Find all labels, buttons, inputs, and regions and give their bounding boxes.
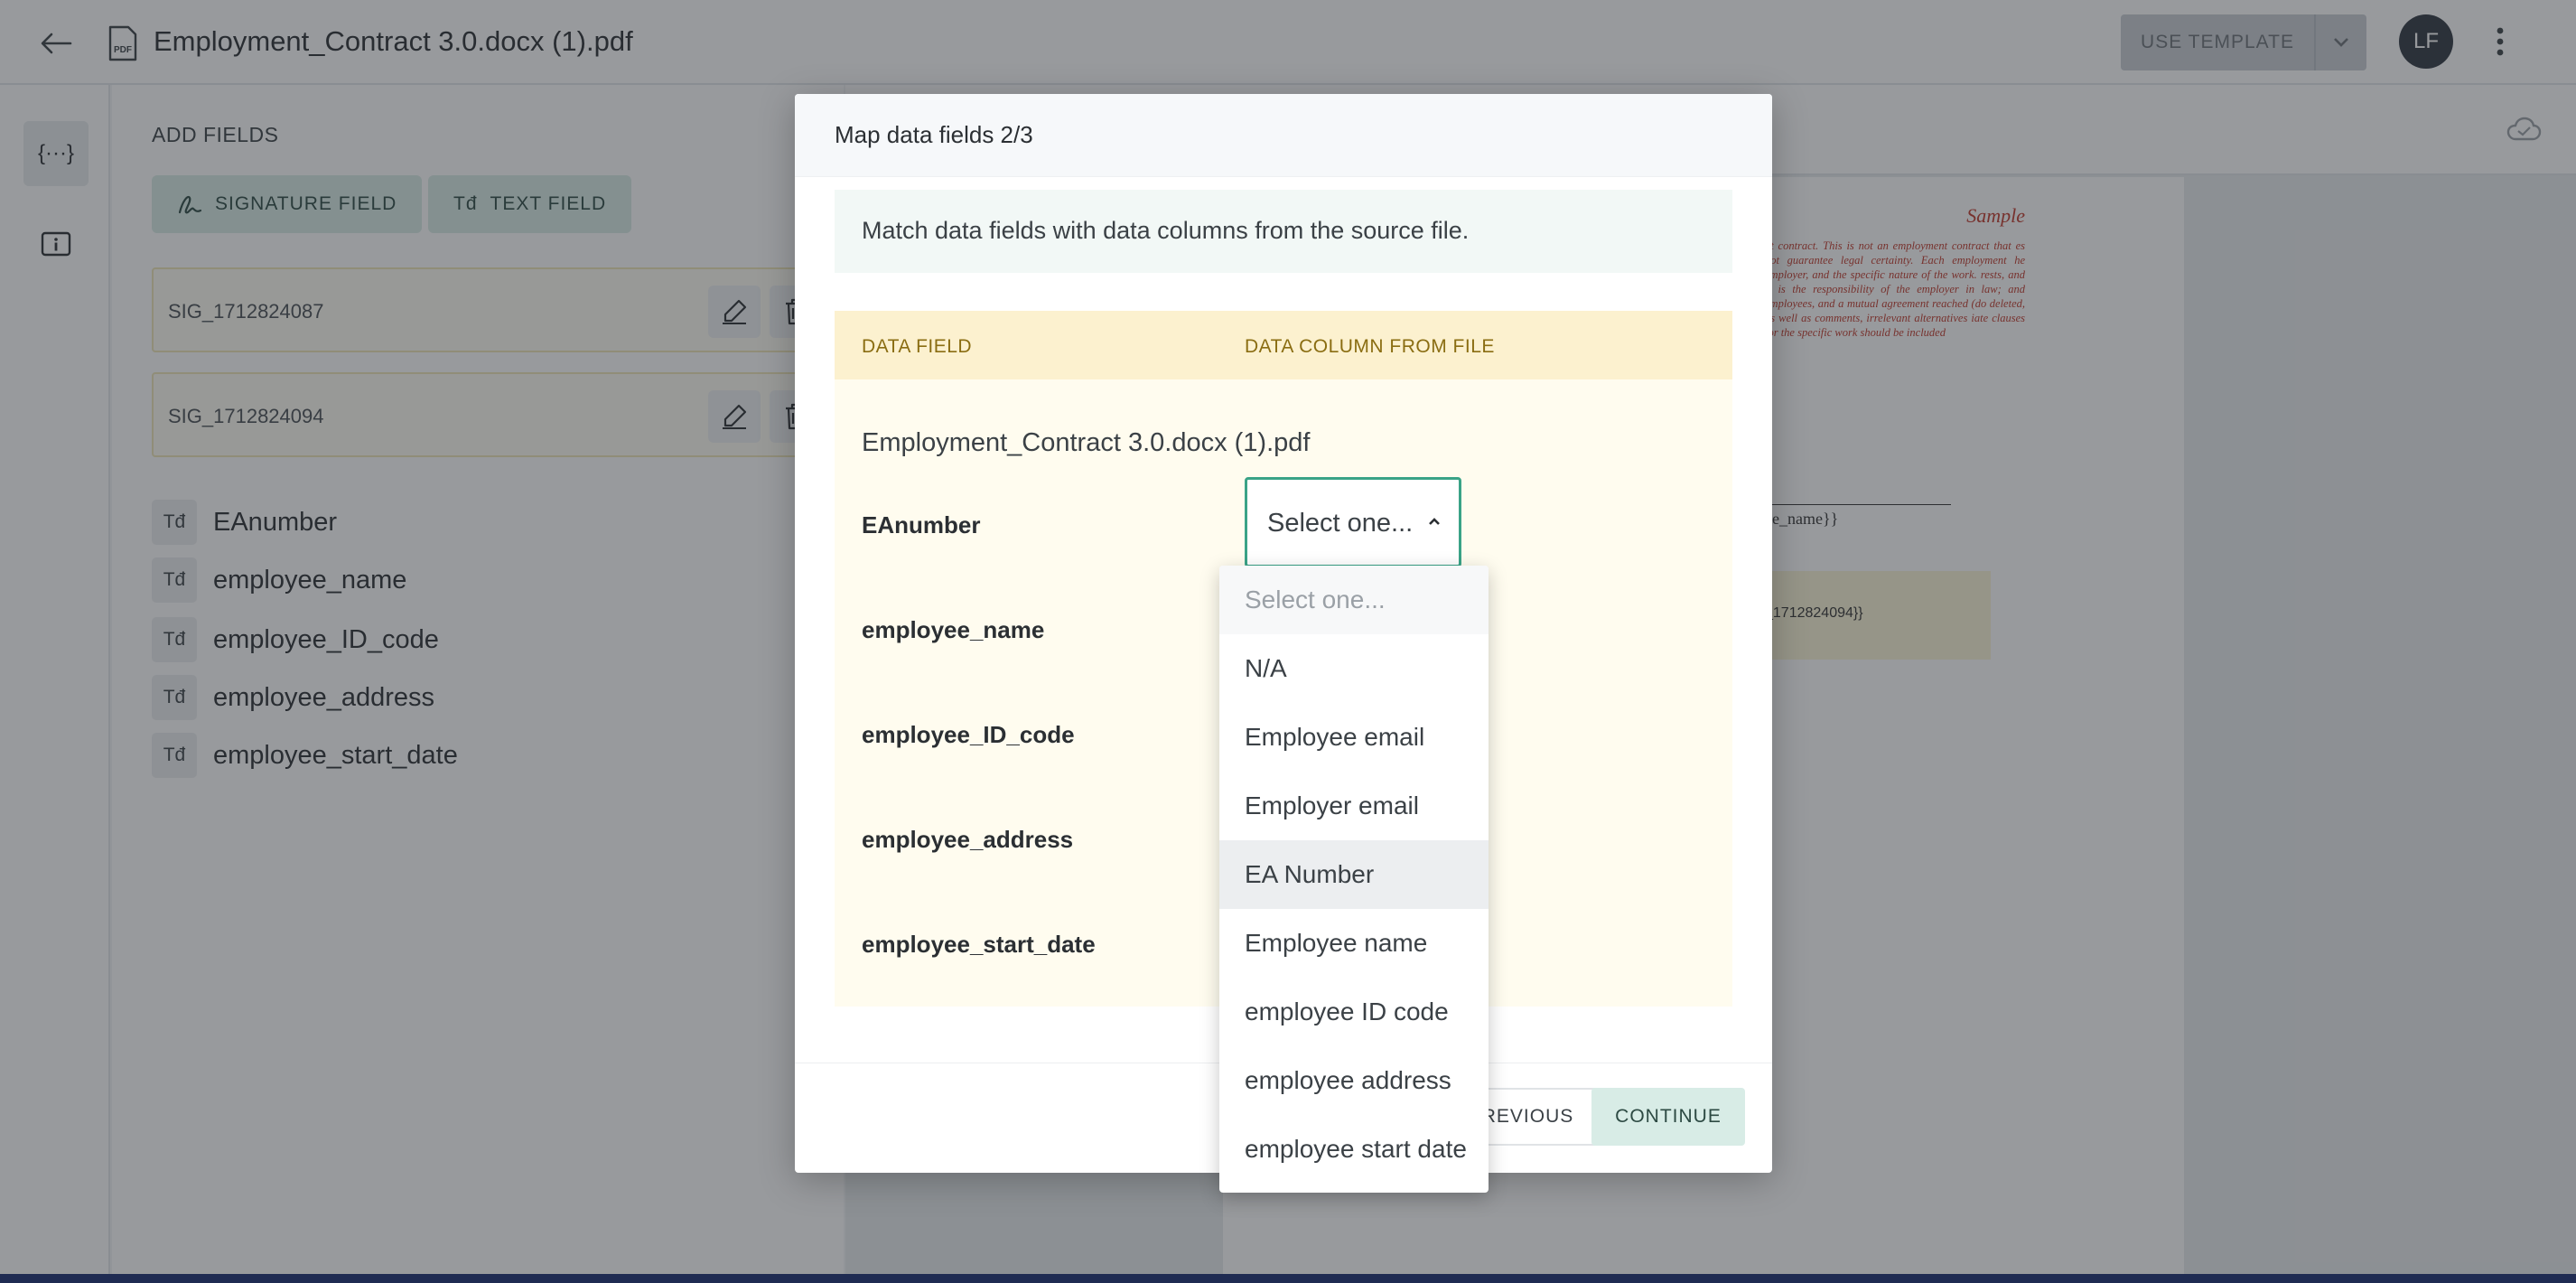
source-file-name: Employment_Contract 3.0.docx (1).pdf xyxy=(862,428,1311,457)
table-row-label: employee_ID_code xyxy=(862,721,1075,748)
table-header: DATA FIELD DATA COLUMN FROM FILE xyxy=(835,311,1732,379)
dropdown-option[interactable]: Employee name xyxy=(1219,909,1489,978)
dropdown-option[interactable]: employee ID code xyxy=(1219,978,1489,1046)
table-row-label: employee_name xyxy=(862,616,1045,643)
continue-button[interactable]: CONTINUE xyxy=(1591,1088,1745,1146)
data-column-dropdown: Select one... N/A Employee email Employe… xyxy=(1219,566,1489,1193)
dropdown-option[interactable]: EA Number xyxy=(1219,840,1489,909)
data-column-select[interactable]: Select one... xyxy=(1245,477,1461,567)
table-row-label: employee_start_date xyxy=(862,931,1096,958)
table-row-label: EAnumber xyxy=(862,511,981,538)
dropdown-option[interactable]: N/A xyxy=(1219,634,1489,703)
dropdown-option[interactable]: Employer email xyxy=(1219,772,1489,840)
chevron-up-icon xyxy=(1429,518,1440,525)
column-header-data-column: DATA COLUMN FROM FILE xyxy=(1245,336,1495,357)
modal-title: Map data fields 2/3 xyxy=(835,121,1033,148)
dropdown-option[interactable]: employee address xyxy=(1219,1046,1489,1115)
modal-header: Map data fields 2/3 xyxy=(795,94,1772,177)
dropdown-option[interactable]: Select one... xyxy=(1219,566,1489,634)
dropdown-option[interactable]: Employee email xyxy=(1219,703,1489,772)
column-header-data-field: DATA FIELD xyxy=(862,336,973,357)
bottom-strip xyxy=(0,1274,2576,1283)
select-value: Select one... xyxy=(1267,509,1414,538)
table-row-label: employee_address xyxy=(862,826,1074,853)
info-box: Match data fields with data columns from… xyxy=(835,190,1732,273)
dropdown-option[interactable]: employee start date xyxy=(1219,1115,1489,1184)
info-text: Match data fields with data columns from… xyxy=(862,217,1470,244)
